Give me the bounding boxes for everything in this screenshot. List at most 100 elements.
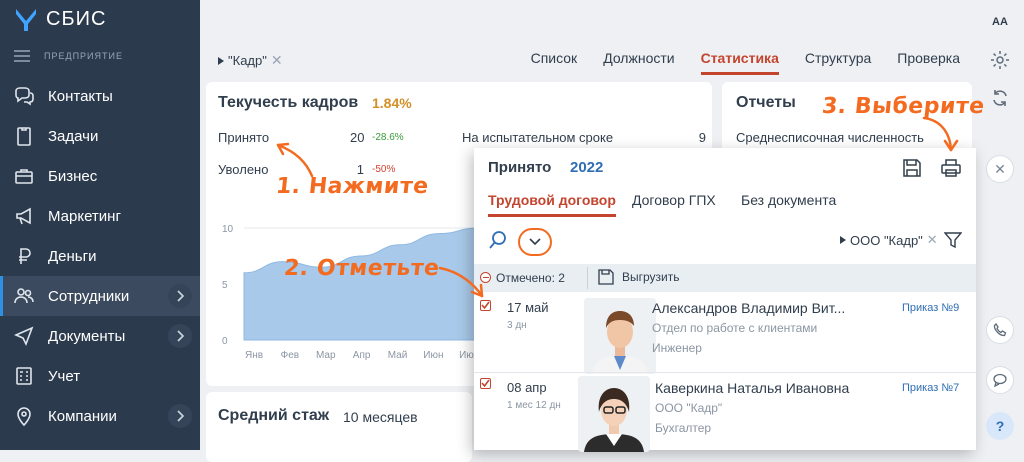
caret-right-icon	[840, 236, 846, 244]
refresh-icon[interactable]	[986, 84, 1014, 112]
sidebar-item-marketing[interactable]: Маркетинг	[0, 196, 200, 236]
deselect-icon[interactable]	[480, 272, 491, 283]
chevron-right-icon[interactable]	[168, 284, 192, 308]
probation-value: 9	[698, 130, 706, 145]
sidebar-item-label: Компании	[48, 407, 117, 425]
sidebar-item-employees[interactable]: Сотрудники	[0, 276, 200, 316]
x-tick-label: Июн	[423, 350, 443, 361]
employee-position: Инженер	[652, 341, 702, 355]
sidebar-item-business[interactable]: Бизнес	[0, 156, 200, 196]
turnover-title: Текучесть кадров	[218, 94, 359, 111]
row-checkbox[interactable]	[480, 378, 491, 389]
hired-value: 20	[350, 130, 365, 145]
hired-popup: Принято 2022 Трудовой договор Договор ГП…	[474, 148, 976, 452]
floppy-icon	[598, 269, 614, 285]
y-tick-label: 5	[222, 280, 228, 291]
sidebar-item-documents[interactable]: Документы	[0, 316, 200, 356]
popup-tab-employment[interactable]: Трудовой договор	[488, 192, 616, 217]
row-checkbox[interactable]	[480, 300, 491, 311]
company-switcher[interactable]: ПРЕДПРИЯТИЕ	[14, 50, 123, 62]
turnover-value: 1.84%	[372, 95, 412, 111]
tab-check[interactable]: Проверка	[897, 50, 960, 75]
search-icon[interactable]	[488, 230, 508, 253]
megaphone-icon	[12, 204, 36, 228]
popup-filter-label: ООО "Кадр"	[850, 232, 923, 248]
chart-area	[243, 227, 479, 341]
gear-icon[interactable]	[986, 46, 1014, 74]
x-tick-label: Апр	[353, 350, 371, 361]
probation-label[interactable]: На испытательном сроке	[462, 130, 613, 145]
filter-icon[interactable]	[943, 231, 963, 252]
annotation-step2: 2. Отметьте	[282, 256, 441, 281]
font-size-icon[interactable]: AA	[986, 8, 1014, 36]
close-icon[interactable]: ✕	[271, 52, 283, 69]
clipboard-icon	[12, 124, 36, 148]
save-icon[interactable]	[902, 158, 922, 181]
close-panel-icon[interactable]: ✕	[986, 155, 1014, 183]
sbis-logo-icon	[16, 9, 36, 31]
employee-date: 17 май	[507, 300, 549, 315]
employee-position: Бухгалтер	[655, 421, 712, 435]
avg-tenure-value: 10 месяцев	[343, 409, 418, 425]
popup-tab-gph[interactable]: Договор ГПХ	[632, 192, 716, 208]
briefcase-icon	[12, 164, 36, 188]
sidebar-item-label: Учет	[48, 367, 81, 385]
hired-change: -28.6%	[372, 132, 404, 143]
close-icon[interactable]: ✕	[927, 232, 938, 248]
sidebar-item-label: Маркетинг	[48, 207, 121, 225]
sidebar: СБИС ПРЕДПРИЯТИЕ Контакты Задачи Бизнес …	[0, 0, 200, 450]
filter-tag[interactable]: "Кадр" ✕	[218, 52, 283, 69]
send-icon	[12, 324, 36, 348]
tab-statistics[interactable]: Статистика	[700, 50, 779, 75]
sidebar-item-contacts[interactable]: Контакты	[0, 76, 200, 116]
y-tick-label: 0	[222, 336, 228, 347]
popup-year[interactable]: 2022	[570, 159, 603, 176]
avatar	[584, 298, 656, 374]
sidebar-item-companies[interactable]: Компании	[0, 396, 200, 436]
employee-order[interactable]: Приказ №7	[902, 382, 959, 394]
employee-row[interactable]: 17 май 3 дн Александров Владимир Вит... …	[474, 294, 976, 374]
export-button[interactable]: Выгрузить	[598, 269, 680, 285]
calculator-icon	[12, 364, 36, 388]
annotation-step1: 1. Нажмите	[274, 174, 430, 199]
employee-order[interactable]: Приказ №9	[902, 302, 959, 314]
chat-icon	[12, 84, 36, 108]
chevron-down-icon	[529, 238, 541, 246]
x-tick-label: Май	[388, 350, 408, 361]
x-tick-label: Фев	[281, 350, 299, 361]
selection-bar: Отмечено: 2 Выгрузить	[474, 264, 976, 292]
employee-date: 08 апр	[507, 380, 547, 395]
hired-label[interactable]: Принято	[218, 130, 269, 145]
app-logo[interactable]: СБИС	[14, 6, 106, 32]
sidebar-item-money[interactable]: Деньги	[0, 236, 200, 276]
x-tick-label: Мар	[316, 350, 336, 361]
message-icon[interactable]	[986, 366, 1014, 394]
fired-label[interactable]: Уволено	[218, 162, 268, 177]
sidebar-item-tasks[interactable]: Задачи	[0, 116, 200, 156]
phone-icon[interactable]	[986, 316, 1014, 344]
selected-count: Отмечено: 2	[496, 271, 565, 285]
caret-right-icon	[218, 56, 224, 65]
employee-row[interactable]: 08 апр 1 мес 12 дн Каверкина Наталья Ива…	[474, 374, 976, 454]
employee-name[interactable]: Александров Владимир Вит...	[652, 300, 845, 316]
right-toolbar: AA ✕ ?	[976, 0, 1024, 450]
sidebar-item-accounting[interactable]: Учет	[0, 356, 200, 396]
hamburger-icon	[14, 50, 30, 62]
employee-name[interactable]: Каверкина Наталья Ивановна	[655, 380, 849, 396]
popup-filter-tag[interactable]: ООО "Кадр" ✕	[840, 232, 938, 248]
sidebar-item-label: Бизнес	[48, 167, 98, 185]
print-icon[interactable]	[940, 158, 962, 181]
tab-structure[interactable]: Структура	[805, 50, 871, 75]
chevron-right-icon[interactable]	[168, 404, 192, 428]
avatar	[578, 376, 650, 452]
popup-tab-nodoc[interactable]: Без документа	[741, 192, 836, 208]
employee-tenure: 3 дн	[507, 320, 527, 331]
tab-list[interactable]: Список	[531, 50, 578, 75]
help-icon[interactable]: ?	[986, 412, 1014, 440]
filter-tag-label: "Кадр"	[228, 53, 267, 68]
tab-positions[interactable]: Должности	[603, 50, 674, 75]
reports-item[interactable]: Среднесписочная численность	[736, 130, 924, 145]
chevron-right-icon[interactable]	[168, 324, 192, 348]
top-bar: "Кадр" ✕ Список Должности Статистика Стр…	[200, 0, 976, 80]
expand-filter-button[interactable]	[518, 228, 552, 256]
